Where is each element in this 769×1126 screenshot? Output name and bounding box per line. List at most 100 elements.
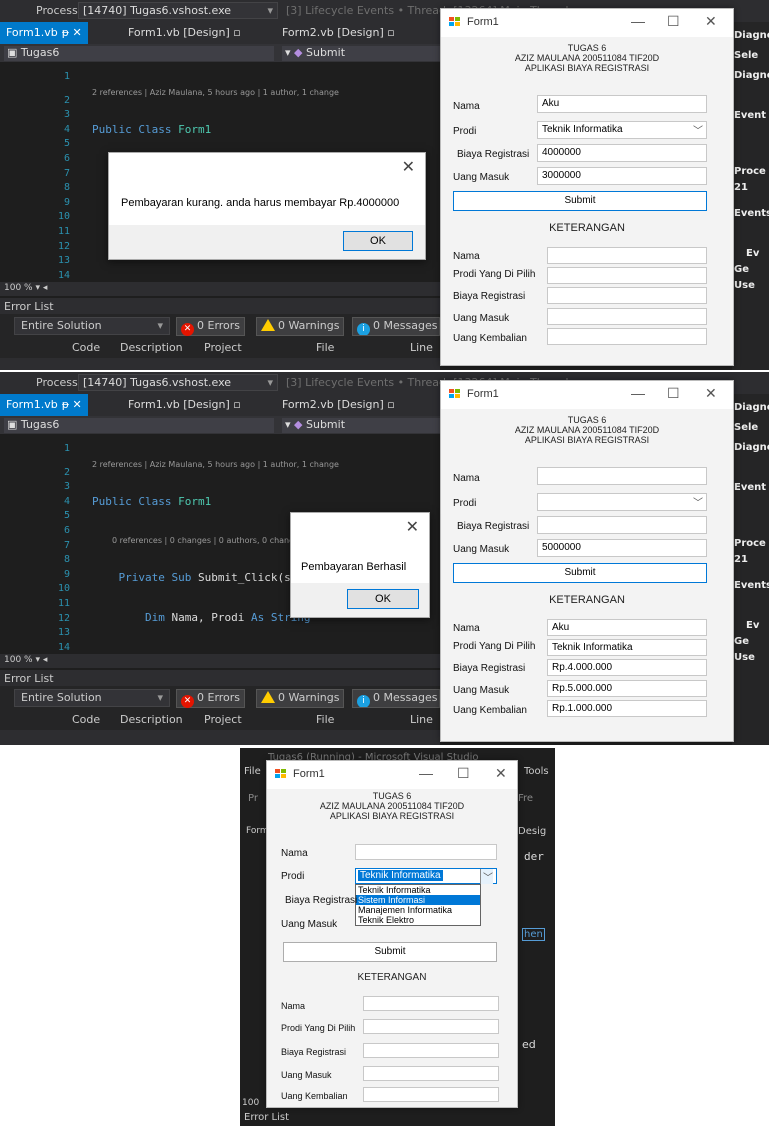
zoom-level[interactable]: 100 % ▾ ◂ — [0, 282, 440, 296]
tab-form1-vb[interactable]: Form1.vb ᵽ ✕ — [0, 22, 88, 44]
tab-form2-design[interactable]: Form2.vb [Design] ▫ — [276, 22, 401, 44]
k-uang-output — [547, 308, 707, 325]
submit-button[interactable]: Submit — [283, 942, 497, 962]
tab-form1-design[interactable]: Form1.vb [Design] ▫ — [122, 22, 247, 44]
nama-input[interactable] — [537, 467, 707, 485]
chevron-down-icon: ﹀ — [693, 126, 703, 137]
line-numbers: 1 2 3 4 5 6 7 8 9 10 11 12 13 14 — [57, 71, 70, 281]
nama-input[interactable]: Aku — [537, 95, 707, 113]
form-titlebar: Form1 — ☐ ✕ — [267, 761, 517, 789]
prodi-select[interactable]: Teknik Informatika ﹀ — [537, 121, 707, 139]
errors-filter[interactable]: ✕ 0 Errors — [176, 317, 246, 336]
error-list-header: Code Description Project File Line — [0, 710, 440, 730]
app-icon — [275, 769, 287, 780]
warning-icon — [261, 691, 275, 703]
tab-form1-vb[interactable]: Form1.vb ᵽ ✕ — [0, 394, 88, 416]
diagnostics-panel: Diagnos Sele Diagno Event Proce 21 Event… — [732, 394, 769, 745]
prodi-select[interactable]: Teknik Informatika ﹀ — [355, 868, 497, 884]
scope-dropdown[interactable]: Entire Solution ▾ — [14, 689, 170, 707]
class-dropdown[interactable]: ▣ Tugas6 — [4, 46, 274, 61]
k-biaya-output — [363, 1043, 499, 1058]
chevron-down-icon: ▾ — [157, 319, 163, 332]
screenshot-2: Process: [14740] Tugas6.vshost.exe ▾ [3] … — [0, 372, 769, 745]
message-box: ✕ Pembayaran Berhasil OK — [290, 512, 430, 618]
option-teknik-informatika[interactable]: Teknik Informatika — [356, 885, 480, 895]
form1-window: Form1 — ☐ ✕ TUGAS 6 AZIZ MAULANA 20051108… — [440, 380, 734, 742]
k-nama-output — [363, 996, 499, 1011]
keterangan-title: KETERANGAN — [549, 222, 625, 234]
close-button[interactable]: ✕ — [705, 385, 717, 402]
chevron-down-icon: ▾ — [157, 691, 163, 704]
member-dropdown[interactable]: ▾ ◆ Submit — [282, 418, 440, 433]
pin-icon[interactable]: ᵽ ✕ — [62, 398, 82, 411]
form-titlebar: Form1 — ☐ ✕ — [441, 9, 733, 37]
screenshot-1: Process: [14740] Tugas6.vshost.exe ▾ [3] … — [0, 0, 769, 370]
ok-button[interactable]: OK — [347, 589, 419, 609]
nama-input[interactable] — [355, 844, 497, 860]
menu-file[interactable]: File — [244, 766, 261, 777]
close-icon[interactable]: ✕ — [402, 157, 415, 177]
close-icon[interactable]: ✕ — [406, 517, 419, 537]
option-manajemen-informatika[interactable]: Manajemen Informatika — [356, 905, 480, 915]
uang-input[interactable]: 5000000 — [537, 539, 707, 557]
form-heading: TUGAS 6 AZIZ MAULANA 200511084 TIF20D APLI… — [319, 791, 465, 821]
app-icon — [449, 389, 461, 400]
label-biaya: Biaya Registrasi — [457, 149, 530, 160]
submit-button[interactable]: Submit — [453, 191, 707, 211]
member-dropdown[interactable]: ▾ ◆ Submit — [282, 46, 440, 61]
pin-icon[interactable]: ᵽ ✕ — [62, 26, 82, 39]
warnings-filter[interactable]: 0 Warnings — [256, 317, 345, 336]
class-dropdown[interactable]: ▣ Tugas6 — [4, 418, 274, 433]
error-list-panel: Error List Entire Solution ▾ ✕ 0 Errors 0 … — [0, 298, 440, 370]
form-titlebar: Form1 — ☐ ✕ — [441, 381, 733, 409]
maximize-button[interactable]: ☐ — [667, 13, 680, 30]
submit-button[interactable]: Submit — [453, 563, 707, 583]
zoom-level[interactable]: 100 % ▾ ◂ — [0, 654, 440, 668]
k-kembali-output — [547, 328, 707, 345]
prodi-dropdown-list[interactable]: Teknik Informatika Sistem Informasi Mana… — [355, 884, 481, 926]
close-button[interactable]: ✕ — [495, 765, 507, 782]
k-nama-output — [547, 247, 707, 264]
tab-form1-design[interactable]: Form1.vb [Design] ▫ — [122, 394, 247, 416]
prodi-select[interactable]: ﹀ — [537, 493, 707, 511]
label-prodi: Prodi — [453, 126, 477, 137]
ok-button[interactable]: OK — [343, 231, 413, 251]
navigation-bar: ▣ Tugas6 ▾ ◆ Submit — [0, 416, 440, 434]
uang-input[interactable]: 3000000 — [537, 167, 707, 185]
label-uang: Uang Masuk — [453, 172, 510, 183]
error-list-panel: Error List Entire Solution ▾ ✕ 0 Errors 0 … — [0, 670, 440, 745]
errors-filter[interactable]: ✕ 0 Errors — [176, 689, 246, 708]
screenshot-3: Tugas6 (Running) - Microsoft Visual Stud… — [240, 748, 555, 1126]
process-dropdown[interactable]: [14740] Tugas6.vshost.exe ▾ — [78, 374, 278, 391]
warnings-filter[interactable]: 0 Warnings — [256, 689, 345, 708]
error-list-title: Error List — [4, 300, 54, 313]
form1-window: Form1 — ☐ ✕ TUGAS 6 AZIZ MAULANA 2005110… — [440, 8, 734, 366]
option-teknik-elektro[interactable]: Teknik Elektro — [356, 915, 480, 925]
biaya-input[interactable] — [537, 516, 707, 534]
label-nama: Nama — [453, 101, 480, 112]
close-button[interactable]: ✕ — [705, 13, 717, 30]
maximize-button[interactable]: ☐ — [457, 765, 470, 782]
method-icon: ◆ — [294, 46, 303, 59]
scope-dropdown[interactable]: Entire Solution ▾ — [14, 317, 170, 335]
messages-filter[interactable]: i0 Messages — [352, 317, 440, 336]
minimize-button[interactable]: — — [419, 765, 433, 781]
option-sistem-informasi[interactable]: Sistem Informasi — [356, 895, 480, 905]
app-icon — [449, 17, 461, 28]
maximize-button[interactable]: ☐ — [667, 385, 680, 402]
info-icon: i — [357, 695, 370, 707]
menu-tools[interactable]: Tools — [524, 766, 549, 777]
minimize-button[interactable]: — — [631, 13, 645, 29]
messages-filter[interactable]: i0 Messages — [352, 689, 440, 708]
k-kembali-output: Rp.1.000.000 — [547, 700, 707, 717]
k-prodi-output — [547, 267, 707, 284]
message-text: Pembayaran kurang. anda harus membayar R… — [121, 197, 400, 209]
message-text: Pembayaran Berhasil — [301, 561, 407, 573]
line-numbers: 1 2 3 4 5 6 7 8 9 10 11 12 13 14 — [57, 443, 70, 653]
process-dropdown[interactable]: [14740] Tugas6.vshost.exe ▾ — [78, 2, 278, 19]
biaya-input[interactable]: 4000000 — [537, 144, 707, 162]
form-heading: TUGAS 6 AZIZ MAULANA 200511084 TIF20D APLI… — [514, 415, 660, 445]
minimize-button[interactable]: — — [631, 385, 645, 401]
tab-form2-design[interactable]: Form2.vb [Design] ▫ — [276, 394, 401, 416]
navigation-bar: ▣ Tugas6 ▾ ◆ Submit — [0, 44, 440, 62]
